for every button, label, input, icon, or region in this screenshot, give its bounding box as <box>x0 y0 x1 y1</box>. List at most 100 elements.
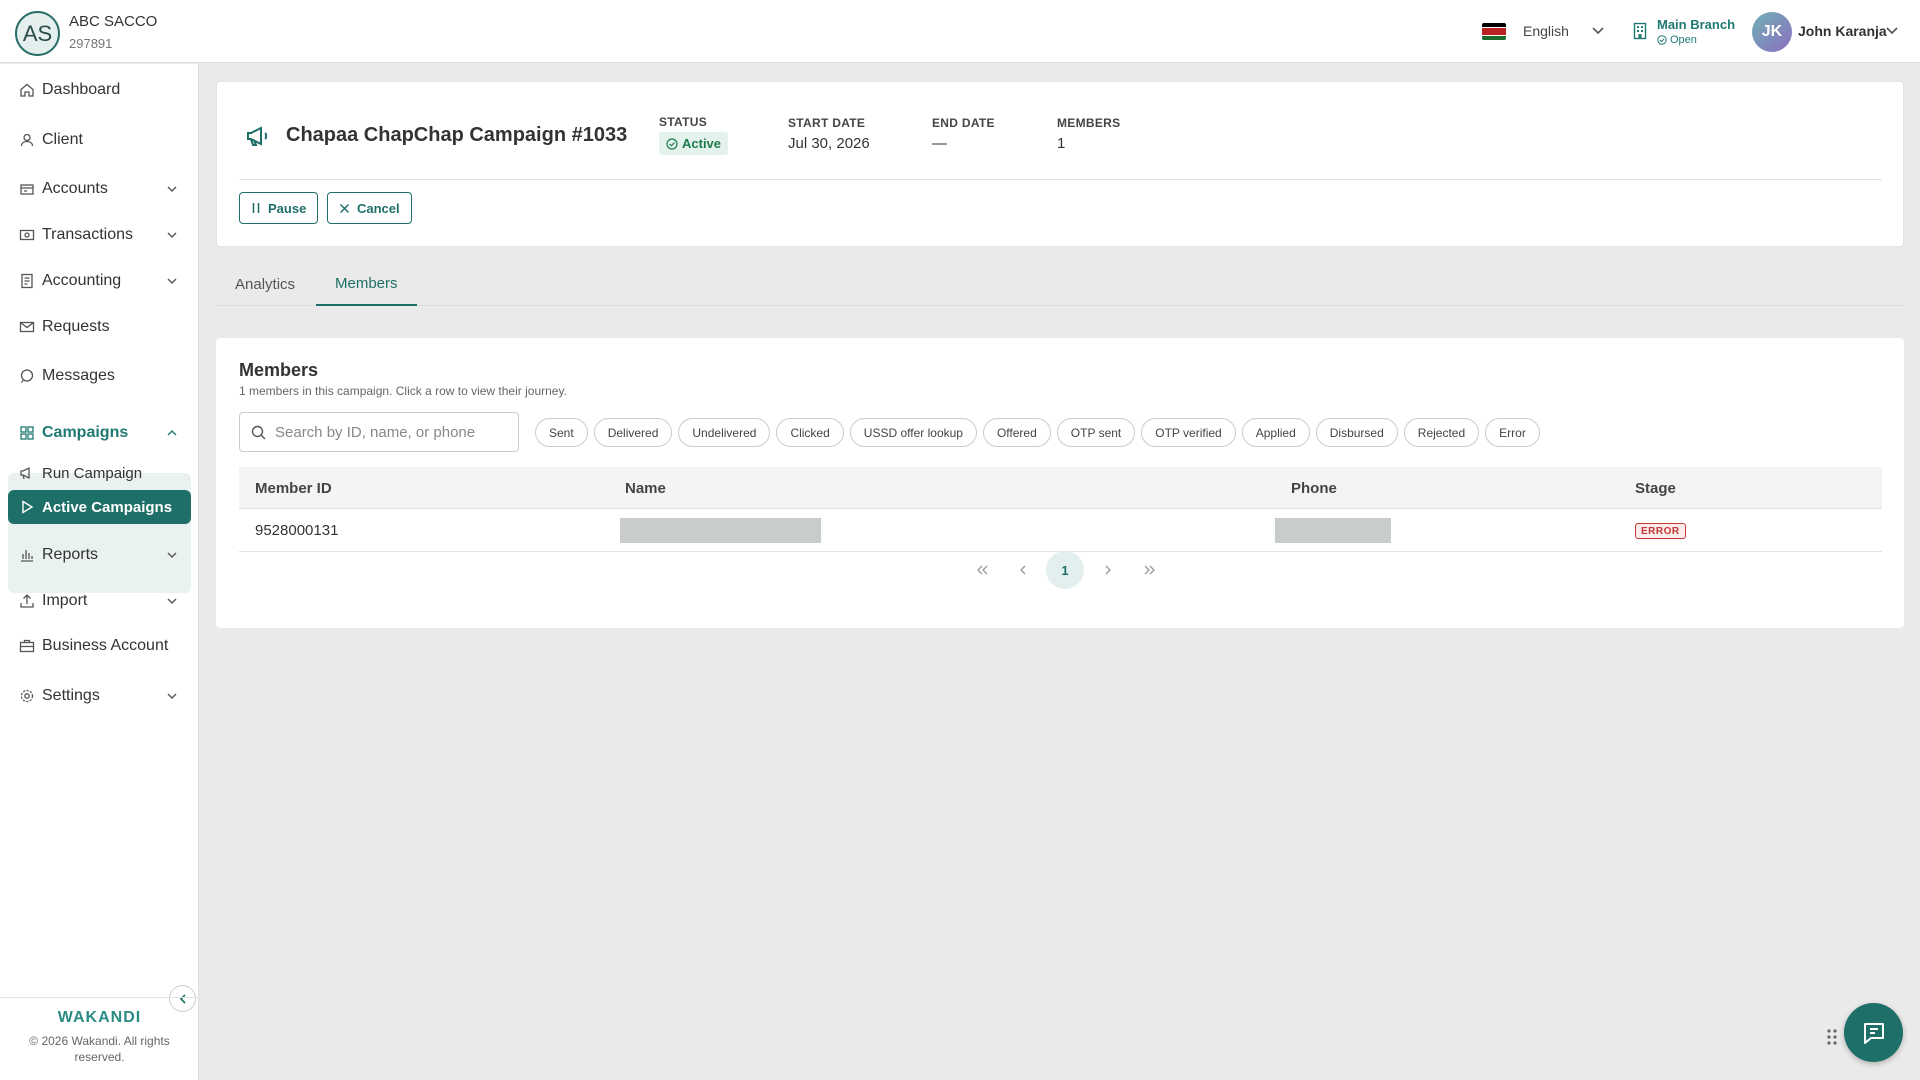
branch-status-label: Open <box>1670 34 1697 46</box>
filter-chip-clicked[interactable]: Clicked <box>776 418 844 447</box>
sidebar-item-campaigns[interactable]: Campaigns <box>8 415 191 451</box>
pagination: 1 <box>963 551 1183 591</box>
sidebar-item-reports[interactable]: Reports <box>8 537 191 573</box>
chevron-right-icon <box>1105 565 1111 575</box>
filter-chip-offered[interactable]: Offered <box>982 418 1051 447</box>
chevron-down-icon <box>167 693 177 699</box>
status-label: STATUS <box>659 115 708 129</box>
user-name[interactable]: John Karanja <box>1798 23 1887 39</box>
grid-icon <box>20 426 34 440</box>
stage-filter-chips: Sent Delivered Undelivered Clicked USSD … <box>535 418 1540 447</box>
previous-page-button[interactable] <box>1004 551 1042 589</box>
pause-button[interactable]: Pause <box>239 192 319 224</box>
sidebar-item-label: Business Account <box>42 637 169 654</box>
filter-chip-delivered[interactable]: Delivered <box>593 418 673 447</box>
close-icon <box>339 203 350 213</box>
campaign-tabs: Analytics Members <box>216 262 1904 306</box>
last-page-button[interactable] <box>1131 551 1169 589</box>
gear-icon <box>20 689 34 703</box>
chat-button[interactable] <box>1844 1003 1903 1062</box>
chat-icon <box>1863 1022 1884 1044</box>
sidebar-item-requests[interactable]: Requests <box>8 309 191 345</box>
sidebar-item-dashboard[interactable]: Dashboard <box>8 72 191 108</box>
sidebar-item-label: Reports <box>42 546 99 563</box>
pause-label: Pause <box>268 200 307 216</box>
chevron-left-icon <box>1020 565 1026 575</box>
filter-chip-error[interactable]: Error <box>1485 418 1540 447</box>
column-header-stage[interactable]: Stage <box>1635 480 1676 497</box>
column-header-member-id[interactable]: Member ID <box>255 480 332 497</box>
sidebar-item-messages[interactable]: Messages <box>8 358 191 394</box>
search-icon <box>251 425 266 439</box>
building-icon <box>1633 22 1647 40</box>
mail-icon <box>19 321 35 333</box>
first-page-button[interactable] <box>963 551 1001 589</box>
filter-chip-otp-sent[interactable]: OTP sent <box>1056 418 1136 447</box>
top-bar: AS ABC SACCO 297891 English Main Branch … <box>0 0 1920 63</box>
page-button-current[interactable]: 1 <box>1046 551 1084 589</box>
status-value: Active <box>682 136 722 151</box>
sidebar-item-run-campaign[interactable]: Run Campaign <box>8 456 191 490</box>
sidebar-item-label: Campaigns <box>42 424 129 441</box>
sidebar: Dashboard Client Accounts Transactions A… <box>0 64 199 1080</box>
sidebar-item-business-account[interactable]: Business Account <box>8 628 191 664</box>
chevron-left-icon <box>179 993 186 1004</box>
tab-analytics[interactable]: Analytics <box>216 262 314 306</box>
play-icon <box>22 500 34 514</box>
ledger-icon <box>21 273 33 289</box>
column-header-name[interactable]: Name <box>625 480 666 497</box>
table-row[interactable]: 9528000131 ERROR <box>239 509 1882 552</box>
search-box <box>239 412 519 452</box>
user-avatar[interactable]: JK <box>1752 12 1792 52</box>
org-name: ABC SACCO <box>69 13 158 30</box>
megaphone-icon <box>247 126 268 146</box>
megaphone-icon <box>20 466 30 480</box>
sidebar-item-label: Accounts <box>42 180 108 197</box>
redacted-name <box>620 518 821 543</box>
briefcase-icon <box>19 639 35 653</box>
column-header-phone[interactable]: Phone <box>1291 480 1337 497</box>
table-header: Member ID Name Phone Stage <box>239 467 1882 509</box>
language-selector[interactable]: English <box>1523 23 1569 39</box>
branch-name[interactable]: Main Branch <box>1657 17 1735 32</box>
chevron-down-icon[interactable] <box>1884 22 1900 38</box>
drag-handle-icon[interactable] <box>1825 1027 1839 1047</box>
check-circle-icon <box>1657 35 1667 45</box>
redacted-phone <box>1275 518 1391 543</box>
filter-chip-rejected[interactable]: Rejected <box>1403 418 1480 447</box>
search-input[interactable] <box>275 423 505 441</box>
sidebar-item-label: Transactions <box>42 226 133 243</box>
sidebar-item-accounts[interactable]: Accounts <box>8 171 191 207</box>
sidebar-item-client[interactable]: Client <box>8 122 191 158</box>
sidebar-item-import[interactable]: Import <box>8 583 191 619</box>
tab-members[interactable]: Members <box>316 262 417 306</box>
filter-chip-disbursed[interactable]: Disbursed <box>1315 418 1398 447</box>
sidebar-item-transactions[interactable]: Transactions <box>8 217 191 253</box>
chevron-down-icon <box>167 232 177 238</box>
sidebar-item-accounting[interactable]: Accounting <box>8 263 191 299</box>
bar-chart-icon <box>21 550 33 562</box>
sidebar-item-label: Active Campaigns <box>42 498 173 516</box>
next-page-button[interactable] <box>1089 551 1127 589</box>
members-card: Members 1 members in this campaign. Clic… <box>216 338 1904 628</box>
chevron-down-icon <box>167 598 177 604</box>
org-avatar[interactable]: AS <box>15 11 60 56</box>
chevron-down-icon[interactable] <box>1590 22 1606 38</box>
members-title: Members <box>239 360 319 380</box>
sidebar-item-settings[interactable]: Settings <box>8 678 191 714</box>
filter-chip-sent[interactable]: Sent <box>535 418 588 447</box>
header-divider <box>239 179 1882 180</box>
cancel-button[interactable]: Cancel <box>327 192 412 224</box>
org-id: 297891 <box>69 36 113 51</box>
stage-badge: ERROR <box>1635 523 1686 539</box>
filter-chip-ussd-offer-lookup[interactable]: USSD offer lookup <box>849 418 977 447</box>
collapse-sidebar-button[interactable] <box>169 985 196 1012</box>
sidebar-item-active-campaigns[interactable]: Active Campaigns <box>8 490 191 524</box>
branch-status: Open <box>1657 34 1697 46</box>
status-badge: Active <box>659 132 729 155</box>
chevrons-right-icon <box>1144 565 1155 575</box>
filter-chip-applied[interactable]: Applied <box>1241 418 1310 447</box>
filter-chip-undelivered[interactable]: Undelivered <box>678 418 771 447</box>
bank-icon <box>20 184 34 195</box>
filter-chip-otp-verified[interactable]: OTP verified <box>1141 418 1236 447</box>
